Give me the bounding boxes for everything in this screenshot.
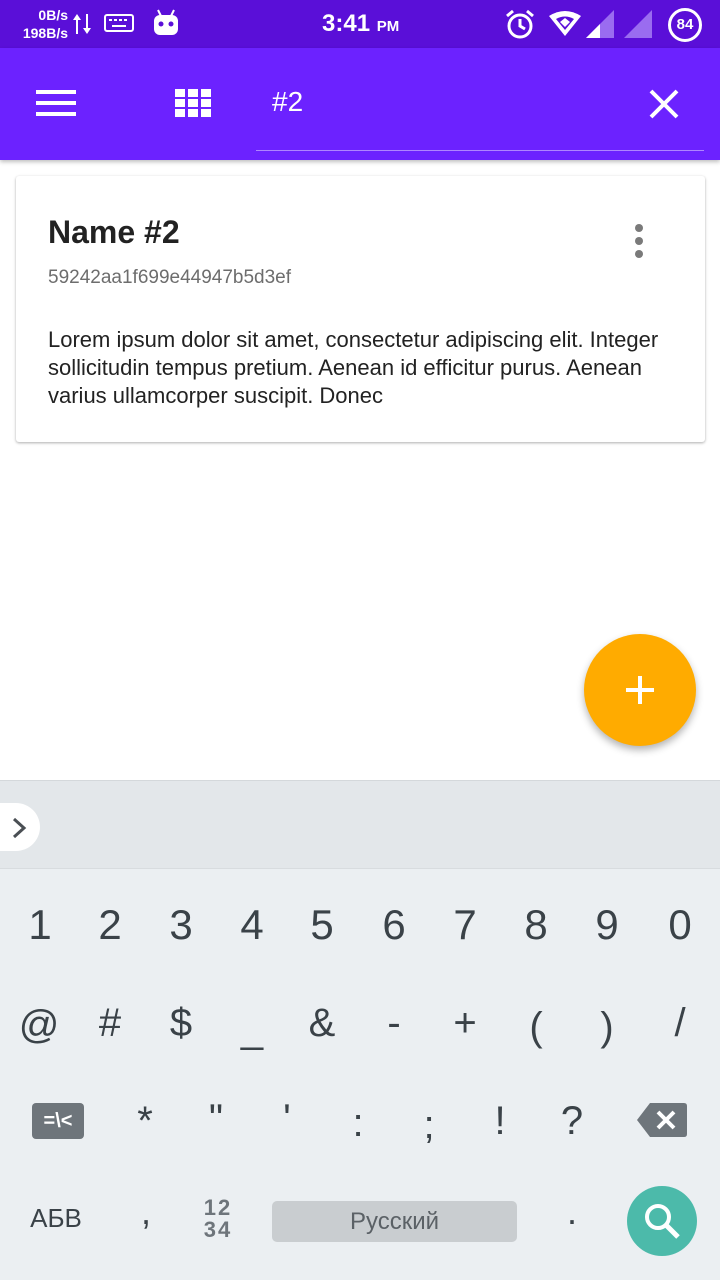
key-1[interactable]: 1 [10, 889, 70, 961]
card-title: Name #2 [48, 214, 180, 250]
net-down-speed: 0B/s [38, 7, 68, 23]
key-apostrophe[interactable]: ' [257, 1083, 317, 1155]
add-fab-button[interactable] [584, 634, 696, 746]
key-5[interactable]: 5 [292, 889, 352, 961]
numpad-label-top: 12 [203, 1195, 233, 1220]
more-vert-icon[interactable] [634, 224, 644, 258]
signal-icon [586, 10, 614, 38]
key-8[interactable]: 8 [506, 889, 566, 961]
key-comma[interactable]: , [134, 1191, 158, 1233]
numpad-label-bottom: 34 [203, 1217, 233, 1242]
key-hash[interactable]: # [80, 987, 140, 1059]
data-arrows-icon [73, 14, 91, 34]
key-9[interactable]: 9 [577, 889, 637, 961]
key-minus[interactable]: - [364, 987, 424, 1059]
search-action-button[interactable] [627, 1186, 697, 1256]
numpad-switch-key[interactable]: 12 34 [196, 1197, 240, 1241]
key-2[interactable]: 2 [80, 889, 140, 961]
search-input[interactable]: #2 [272, 86, 303, 118]
key-0[interactable]: 0 [650, 889, 710, 961]
backspace-icon[interactable] [636, 1101, 688, 1139]
key-dollar[interactable]: $ [151, 987, 211, 1059]
net-up-speed: 198B/s [22, 25, 68, 41]
signal-icon-2 [624, 10, 652, 38]
status-bar: 0B/s 198B/s 3:41 PM 84 [0, 0, 720, 48]
alphabet-switch-key[interactable]: АБВ [20, 1203, 92, 1234]
close-icon[interactable] [648, 88, 680, 120]
clock-ampm: PM [376, 18, 400, 35]
plus-icon [626, 676, 654, 704]
key-4[interactable]: 4 [222, 889, 282, 961]
key-question[interactable]: ? [542, 1085, 602, 1157]
keyboard-icon [104, 14, 134, 32]
item-card[interactable]: Name #2 59242aa1f699e44947b5d3ef Lorem i… [16, 176, 705, 442]
card-id: 59242aa1f699e44947b5d3ef [48, 267, 292, 288]
space-key[interactable]: Русский [272, 1201, 517, 1242]
symbols-switch-key[interactable]: =\< [32, 1103, 84, 1139]
network-speed: 0B/s 198B/s [16, 6, 68, 42]
key-plus[interactable]: + [435, 987, 495, 1059]
chevron-right-icon [12, 817, 27, 839]
keyboard-suggestion-bar [0, 780, 720, 868]
key-period[interactable]: . [560, 1191, 584, 1233]
battery-icon: 84 [668, 8, 702, 42]
key-asterisk[interactable]: * [115, 1085, 175, 1157]
key-paren-open[interactable]: ( [506, 991, 566, 1063]
app-bar: #2 [0, 48, 720, 160]
key-paren-close[interactable]: ) [577, 991, 637, 1063]
search-underline [256, 150, 704, 151]
android-icon [154, 9, 178, 35]
key-at[interactable]: @ [9, 989, 69, 1061]
search-icon [645, 1204, 680, 1239]
key-6[interactable]: 6 [364, 889, 424, 961]
clock: 3:41 PM [322, 10, 399, 38]
key-7[interactable]: 7 [435, 889, 495, 961]
key-exclamation[interactable]: ! [470, 1085, 530, 1157]
clock-time: 3:41 [322, 10, 371, 37]
alarm-icon [506, 9, 534, 39]
menu-icon[interactable] [36, 88, 76, 118]
wifi-icon [549, 11, 581, 36]
keyboard: 1 2 3 4 5 6 7 8 9 0 @ # $ _ & - + ( ) / … [0, 868, 720, 1280]
key-colon[interactable]: : [328, 1087, 388, 1159]
card-body: Lorem ipsum dolor sit amet, consectetur … [48, 327, 659, 408]
key-ampersand[interactable]: & [292, 987, 352, 1059]
key-semicolon[interactable]: ; [399, 1089, 459, 1161]
key-slash[interactable]: / [650, 987, 710, 1059]
keyboard-expand-button[interactable] [0, 803, 40, 851]
grid-icon[interactable] [175, 89, 211, 117]
key-underscore[interactable]: _ [222, 993, 282, 1065]
key-3[interactable]: 3 [151, 889, 211, 961]
key-double-quote[interactable]: " [186, 1083, 246, 1155]
